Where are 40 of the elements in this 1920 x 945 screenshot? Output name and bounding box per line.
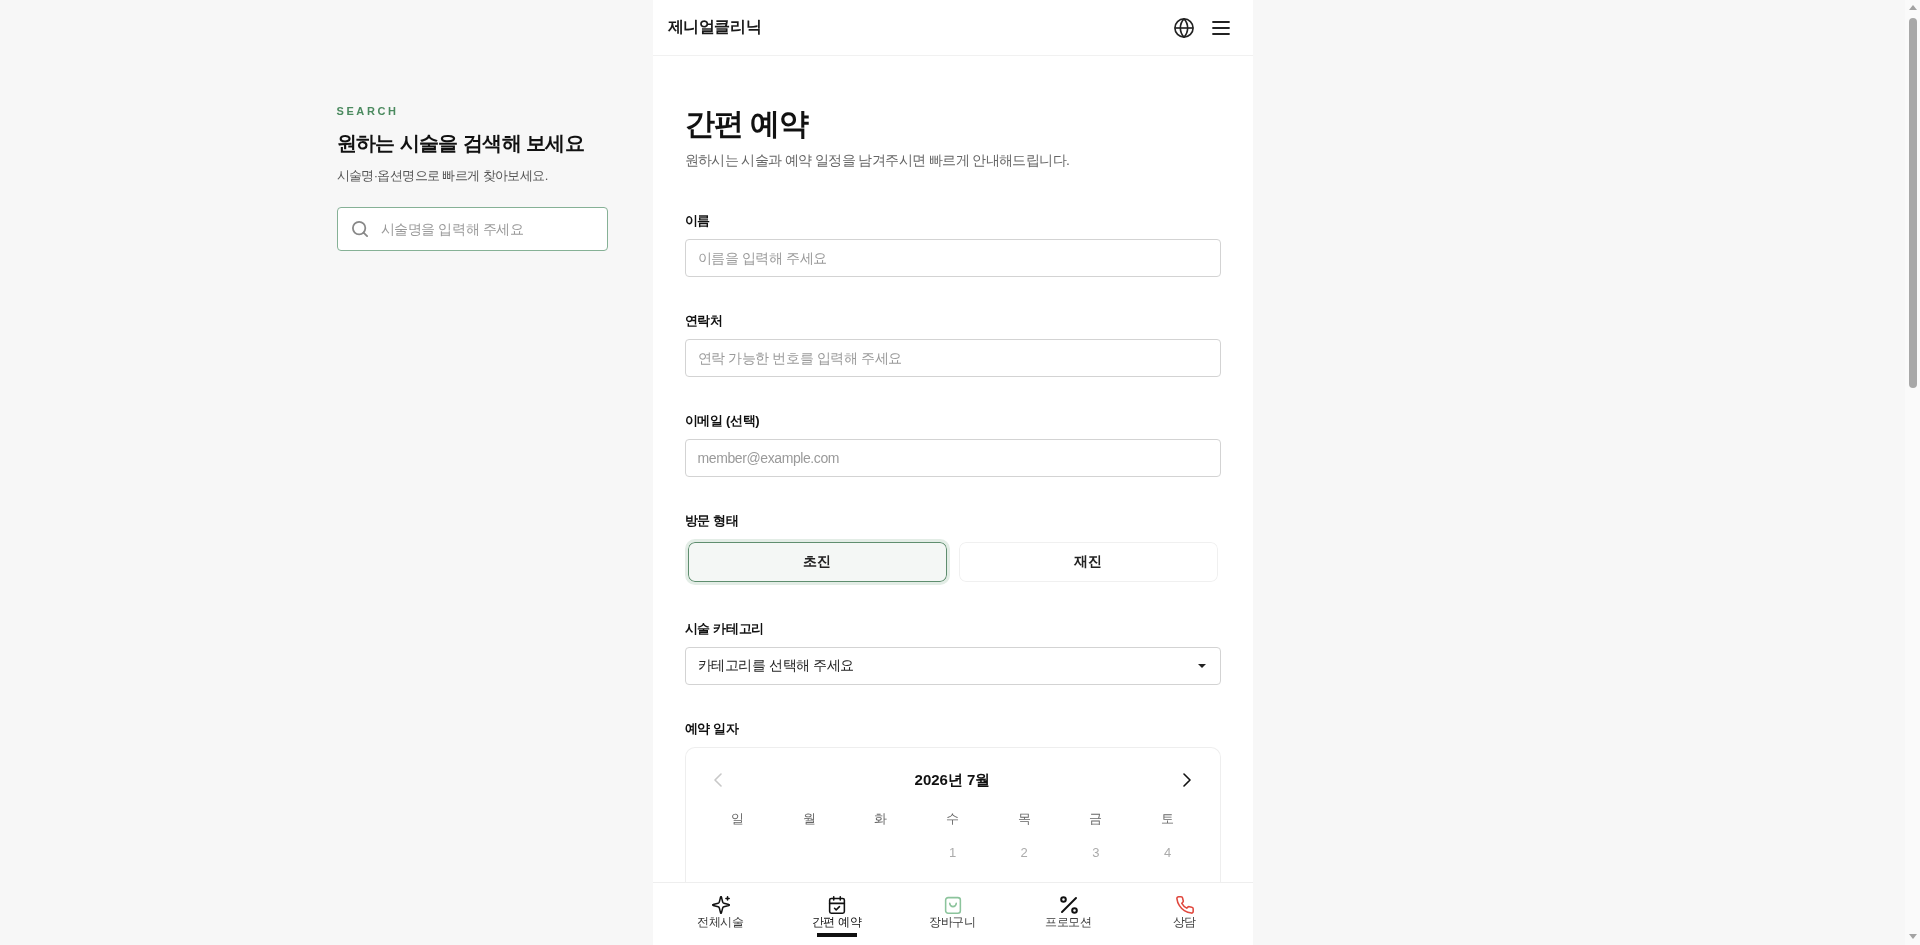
phone-input[interactable]: 연락 가능한 번호를 입력해 주세요 — [684, 339, 1221, 377]
field-label: 이름 — [684, 212, 710, 230]
chevron-right-icon[interactable] — [1183, 773, 1192, 787]
bottom-nav-tab[interactable]: 상담 — [1126, 883, 1243, 945]
calendar-day: 2 — [1020, 844, 1028, 862]
search-icon — [351, 221, 368, 237]
field-label: 연락처 — [684, 312, 723, 330]
clinic-name: 제니얼클리닉 — [667, 17, 762, 37]
calendar-day: 4 — [1164, 844, 1172, 862]
bottom-nav-tab[interactable]: 장바구니 — [894, 883, 1011, 945]
category-select[interactable]: 카테고리를 선택해 주세요 — [684, 647, 1221, 685]
page-subtitle: 원하시는 시술과 예약 일정을 남겨주시면 빠르게 안내해드립니다. — [684, 151, 1070, 170]
bottom-nav-tab[interactable]: 프로모션 — [1010, 883, 1127, 945]
page-title: 간편 예약 — [684, 106, 808, 142]
panel-subtitle: 시술명·옵션명으로 빠르게 찾아보세요. — [336, 167, 548, 185]
name-input[interactable]: 이름을 입력해 주세요 — [684, 239, 1221, 277]
calendar-month-label: 2026년 7월 — [914, 770, 991, 790]
weekday-label: 금 — [1089, 810, 1103, 828]
field-label: 이메일 (선택) — [684, 412, 760, 430]
weekday-label: 수 — [946, 810, 959, 828]
weekday-label: 일 — [730, 810, 744, 828]
field-label: 방문 형태 — [684, 512, 739, 530]
email-input[interactable]: member@example.com — [684, 439, 1221, 477]
field-label: 예약 일자 — [684, 720, 739, 738]
globe-icon[interactable] — [1173, 17, 1194, 38]
panel-heading: 원하는 시술을 검색해 보세요 — [336, 131, 585, 156]
menu-icon[interactable] — [1211, 20, 1230, 35]
calendar-day: 1 — [948, 844, 957, 862]
weekday-label: 화 — [874, 810, 888, 828]
field-label: 시술 카테고리 — [684, 620, 764, 638]
visit-type-option[interactable]: 초진 — [684, 539, 950, 585]
caret-icon — [1197, 664, 1206, 668]
weekday-label: 월 — [802, 810, 816, 828]
weekday-label: 목 — [1017, 810, 1031, 828]
scrollbar-thumb[interactable] — [1908, 18, 1917, 388]
section-eyebrow: SEARCH — [336, 104, 399, 118]
bottom-nav-tab[interactable]: 전체시술 — [662, 883, 779, 945]
weekday-label: 토 — [1161, 810, 1175, 828]
calendar-day: 3 — [1092, 844, 1100, 862]
search-input[interactable]: 시술명을 입력해 주세요 — [336, 207, 608, 251]
